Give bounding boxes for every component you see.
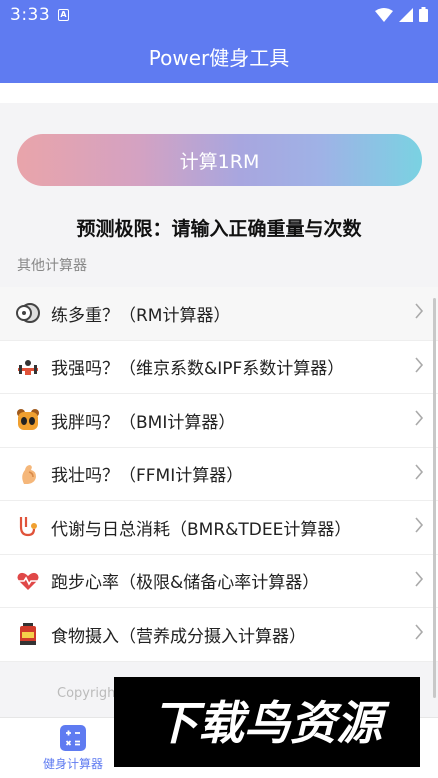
watermark-logo: 下载鸟资源: [114, 677, 420, 767]
battery-icon: [419, 7, 428, 22]
scrollbar[interactable]: [433, 298, 436, 698]
stethoscope-icon: [16, 515, 40, 539]
chevron-right-icon: [414, 303, 424, 323]
list-item-rm[interactable]: 练多重？（RM计算器）: [0, 287, 438, 341]
muscle-arm-icon: [16, 462, 40, 486]
status-time: 3:33: [10, 5, 51, 25]
prediction-text: 预测极限：请输入正确重量与次数: [76, 218, 362, 240]
chevron-right-icon: [414, 357, 424, 377]
list-item-ffmi[interactable]: 我壮吗？（FFMI计算器）: [0, 447, 438, 501]
list-item-heart-rate[interactable]: 跑步心率（极限&储备心率计算器）: [0, 554, 438, 608]
svg-text:下载鸟资源: 下载鸟资源: [152, 696, 390, 750]
list-item-nutrition[interactable]: 食物摄入（营养成分摄入计算器）: [0, 608, 438, 662]
app-bar: Power健身工具: [0, 30, 438, 83]
chevron-right-icon: [414, 410, 424, 430]
bear-icon: [16, 408, 40, 432]
calculate-1rm-button[interactable]: 计算1RM: [17, 134, 422, 186]
list-item-bmr-tdee[interactable]: 代谢与日总消耗（BMR&TDEE计算器）: [0, 501, 438, 555]
list-item-strength[interactable]: 我强吗？（维京系数&IPF系数计算器）: [0, 340, 438, 394]
heartbeat-icon: [16, 569, 40, 593]
calculator-list: 练多重？（RM计算器） 我强吗？（维京系数&IPF系数计算器） 我胖吗？（BMI…: [0, 287, 438, 662]
list-item-label: 食物摄入（营养成分摄入计算器）: [51, 626, 306, 647]
copyright-text: Copyrigh: [57, 686, 116, 701]
top-divider: [0, 83, 438, 103]
list-item-label: 练多重？（RM计算器）: [51, 305, 231, 326]
signal-icon: [399, 7, 413, 22]
chevron-right-icon: [414, 517, 424, 537]
list-item-label: 跑步心率（极限&储备心率计算器）: [51, 573, 320, 594]
list-item-bmi[interactable]: 我胖吗？（BMI计算器）: [0, 394, 438, 448]
food-jar-icon: [16, 622, 40, 646]
list-item-label: 我强吗？（维京系数&IPF系数计算器）: [51, 359, 345, 380]
wifi-icon: [375, 7, 393, 22]
section-title: 其他计算器: [17, 258, 87, 274]
barbell-icon: [16, 355, 40, 379]
status-bar: 3:33 A: [0, 0, 438, 30]
app-title: Power健身工具: [148, 46, 290, 70]
chevron-right-icon: [414, 624, 424, 644]
status-icons: [375, 7, 428, 22]
tab-label: 健身计算器: [42, 757, 103, 771]
chevron-right-icon: [414, 464, 424, 484]
list-item-label: 我壮吗？（FFMI计算器）: [51, 466, 244, 487]
chevron-right-icon: [414, 571, 424, 591]
list-item-label: 代谢与日总消耗（BMR&TDEE计算器）: [51, 519, 352, 540]
dumbbell-plate-icon: [16, 301, 40, 325]
notification-icon: A: [58, 9, 69, 21]
calculator-icon: [60, 725, 86, 751]
list-item-label: 我胖吗？（BMI计算器）: [51, 412, 236, 433]
